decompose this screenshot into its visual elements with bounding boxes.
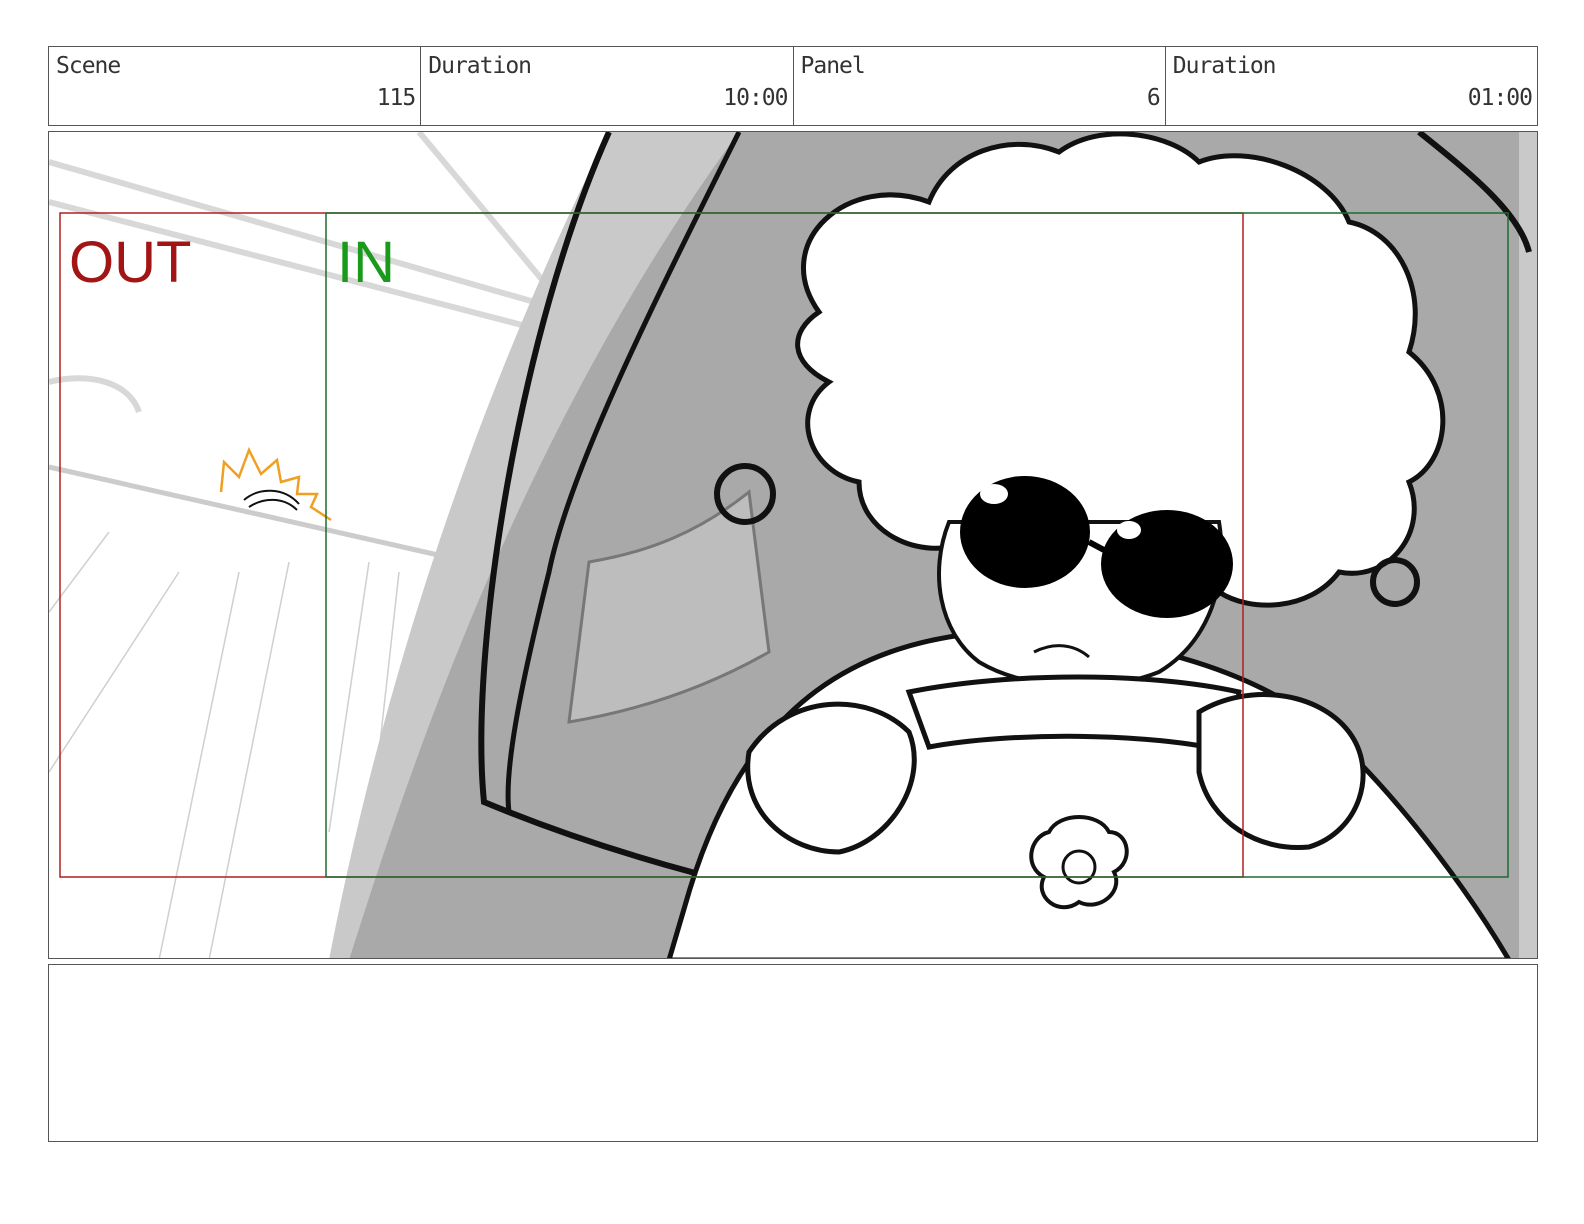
sunglasses-left-lens <box>960 476 1090 588</box>
scene-number: 115 <box>376 85 417 111</box>
in-frame-label: IN <box>337 230 395 295</box>
panel-notes <box>48 964 1538 1142</box>
panel-number: 6 <box>1146 85 1161 111</box>
panel-cell: Panel 6 <box>794 47 1166 125</box>
scene-label: Scene <box>56 53 121 79</box>
panel-duration-label: Duration <box>1172 53 1277 79</box>
scene-duration-cell: Duration 10:00 <box>421 47 794 125</box>
scene-duration-value: 10:00 <box>723 85 788 111</box>
out-frame-label: OUT <box>69 230 192 295</box>
storyboard-panel: OUT IN <box>48 131 1538 959</box>
panel-duration-cell: Duration 01:00 <box>1166 47 1537 125</box>
storyboard-header: Scene 115 Duration 10:00 Panel 6 Duratio… <box>48 46 1538 126</box>
panel-duration-value: 01:00 <box>1467 85 1533 111</box>
panel-label: Panel <box>800 53 866 79</box>
scene-duration-label: Duration <box>428 53 532 79</box>
panel-drawing <box>49 132 1537 958</box>
scene-cell: Scene 115 <box>49 47 422 125</box>
